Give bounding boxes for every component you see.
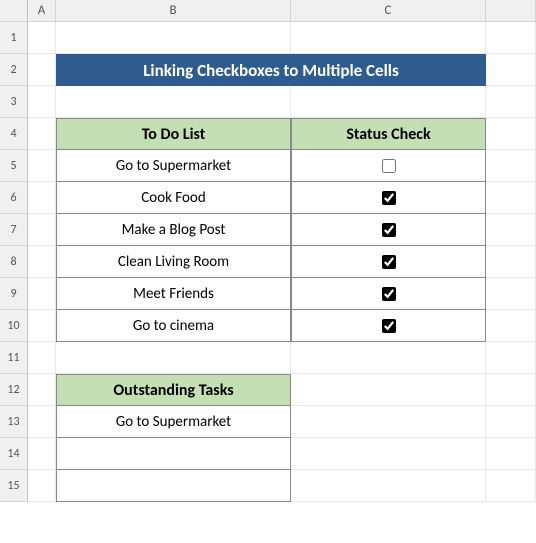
status-cell-3[interactable] bbox=[291, 246, 486, 278]
cell-d4[interactable] bbox=[486, 118, 536, 150]
status-cell-5[interactable] bbox=[291, 310, 486, 342]
row-header-4[interactable]: 4 bbox=[0, 118, 28, 150]
cell-d15[interactable] bbox=[486, 470, 536, 502]
status-cell-0[interactable] bbox=[291, 150, 486, 182]
cell-d3[interactable] bbox=[486, 86, 536, 118]
cell-d6[interactable] bbox=[486, 182, 536, 214]
cell-c13[interactable] bbox=[291, 406, 486, 438]
row-header-9[interactable]: 9 bbox=[0, 278, 28, 310]
cell-d2[interactable] bbox=[486, 54, 536, 86]
outstanding-item-0[interactable]: Go to Supermarket bbox=[56, 406, 291, 438]
row-header-13[interactable]: 13 bbox=[0, 406, 28, 438]
sheet-title[interactable]: Linking Checkboxes to Multiple Cells bbox=[56, 54, 486, 86]
checkbox-1[interactable] bbox=[382, 191, 396, 205]
cell-d9[interactable] bbox=[486, 278, 536, 310]
cell-a3[interactable] bbox=[28, 86, 56, 118]
checkbox-5[interactable] bbox=[382, 319, 396, 333]
todo-item-4[interactable]: Meet Friends bbox=[56, 278, 291, 310]
row-header-12[interactable]: 12 bbox=[0, 374, 28, 406]
cell-b3[interactable] bbox=[56, 86, 291, 118]
col-header-c[interactable]: C bbox=[291, 0, 486, 22]
cell-d5[interactable] bbox=[486, 150, 536, 182]
table-header-status[interactable]: Status Check bbox=[291, 118, 486, 150]
cell-d10[interactable] bbox=[486, 310, 536, 342]
row-header-2[interactable]: 2 bbox=[0, 54, 28, 86]
checkbox-0[interactable] bbox=[382, 159, 396, 173]
cell-a5[interactable] bbox=[28, 150, 56, 182]
status-cell-1[interactable] bbox=[291, 182, 486, 214]
cell-c3[interactable] bbox=[291, 86, 486, 118]
cell-d1[interactable] bbox=[486, 22, 536, 54]
todo-item-0[interactable]: Go to Supermarket bbox=[56, 150, 291, 182]
cell-c1[interactable] bbox=[291, 22, 486, 54]
todo-item-3[interactable]: Clean Living Room bbox=[56, 246, 291, 278]
row-header-7[interactable]: 7 bbox=[0, 214, 28, 246]
todo-item-1[interactable]: Cook Food bbox=[56, 182, 291, 214]
checkbox-2[interactable] bbox=[382, 223, 396, 237]
cell-d7[interactable] bbox=[486, 214, 536, 246]
cell-a2[interactable] bbox=[28, 54, 56, 86]
row-header-6[interactable]: 6 bbox=[0, 182, 28, 214]
row-header-3[interactable]: 3 bbox=[0, 86, 28, 118]
cell-a6[interactable] bbox=[28, 182, 56, 214]
cell-d13[interactable] bbox=[486, 406, 536, 438]
cell-d14[interactable] bbox=[486, 438, 536, 470]
row-header-1[interactable]: 1 bbox=[0, 22, 28, 54]
row-header-11[interactable]: 11 bbox=[0, 342, 28, 374]
cell-a13[interactable] bbox=[28, 406, 56, 438]
cell-c11[interactable] bbox=[291, 342, 486, 374]
cell-a11[interactable] bbox=[28, 342, 56, 374]
cell-c12[interactable] bbox=[291, 374, 486, 406]
row-header-15[interactable]: 15 bbox=[0, 470, 28, 502]
row-header-8[interactable]: 8 bbox=[0, 246, 28, 278]
cell-a7[interactable] bbox=[28, 214, 56, 246]
status-cell-2[interactable] bbox=[291, 214, 486, 246]
row-header-10[interactable]: 10 bbox=[0, 310, 28, 342]
cell-d8[interactable] bbox=[486, 246, 536, 278]
cell-c14[interactable] bbox=[291, 438, 486, 470]
todo-item-5[interactable]: Go to cinema bbox=[56, 310, 291, 342]
cell-b11[interactable] bbox=[56, 342, 291, 374]
cell-a15[interactable] bbox=[28, 470, 56, 502]
spreadsheet: A B C 1 2 Linking Checkboxes to Multiple… bbox=[0, 0, 536, 502]
cell-a9[interactable] bbox=[28, 278, 56, 310]
cell-a14[interactable] bbox=[28, 438, 56, 470]
cell-a4[interactable] bbox=[28, 118, 56, 150]
outstanding-item-1[interactable] bbox=[56, 438, 291, 470]
cell-b1[interactable] bbox=[56, 22, 291, 54]
row-header-14[interactable]: 14 bbox=[0, 438, 28, 470]
outstanding-header[interactable]: Outstanding Tasks bbox=[56, 374, 291, 406]
cell-d11[interactable] bbox=[486, 342, 536, 374]
col-header-a[interactable]: A bbox=[28, 0, 56, 22]
row-header-5[interactable]: 5 bbox=[0, 150, 28, 182]
outstanding-item-2[interactable] bbox=[56, 470, 291, 502]
col-header-d[interactable] bbox=[486, 0, 536, 22]
table-header-todo[interactable]: To Do List bbox=[56, 118, 291, 150]
cell-a1[interactable] bbox=[28, 22, 56, 54]
checkbox-4[interactable] bbox=[382, 287, 396, 301]
todo-item-2[interactable]: Make a Blog Post bbox=[56, 214, 291, 246]
cell-a12[interactable] bbox=[28, 374, 56, 406]
col-header-b[interactable]: B bbox=[56, 0, 291, 22]
cell-a10[interactable] bbox=[28, 310, 56, 342]
cell-d12[interactable] bbox=[486, 374, 536, 406]
cell-a8[interactable] bbox=[28, 246, 56, 278]
status-cell-4[interactable] bbox=[291, 278, 486, 310]
select-all-corner[interactable] bbox=[0, 0, 28, 22]
checkbox-3[interactable] bbox=[382, 255, 396, 269]
cell-c15[interactable] bbox=[291, 470, 486, 502]
